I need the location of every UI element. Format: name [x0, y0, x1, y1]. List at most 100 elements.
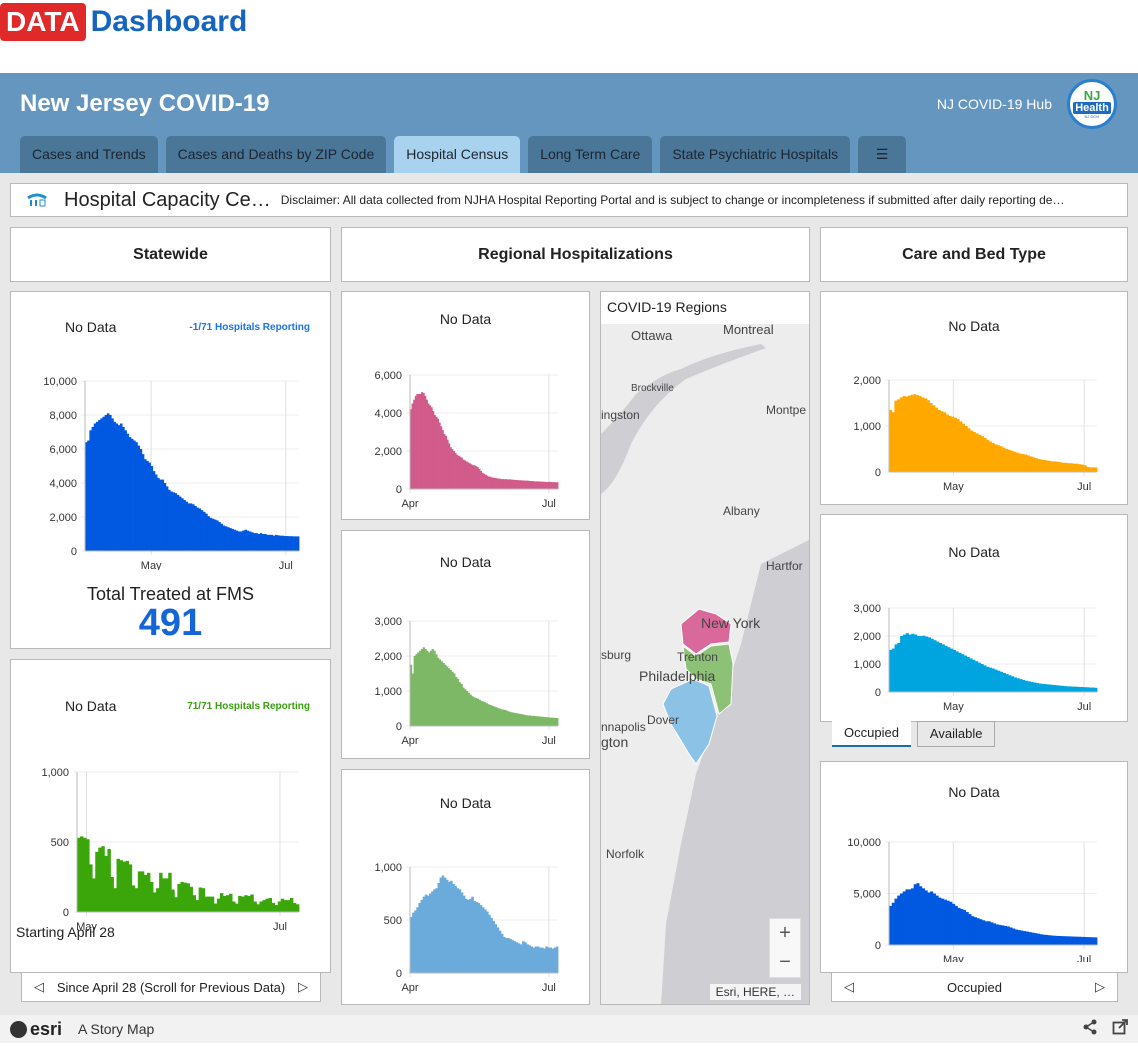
story-map-label[interactable]: A Story Map: [78, 1021, 154, 1037]
subtab-occupied[interactable]: Occupied: [832, 721, 911, 747]
bar: [195, 900, 200, 912]
covid-regions-map[interactable]: COVID-19 Regions Ottawa Montreal Brockvi…: [600, 291, 810, 1005]
care-total-chart[interactable]: 0 5,000 10,000 May Jul: [821, 832, 1129, 962]
area-segment: [1037, 459, 1041, 472]
tab-long-term-care[interactable]: Long Term Care: [528, 136, 653, 173]
care-icu-chart[interactable]: 0 1,000 2,000 May Jul: [821, 372, 1129, 502]
next-arrow-icon[interactable]: ▷: [1095, 979, 1105, 995]
statewide-fms-chart[interactable]: 05001,000May Jul: [11, 762, 332, 942]
area-segment: [913, 394, 917, 472]
area-segment: [945, 414, 949, 472]
bar: [134, 888, 139, 912]
area-segment: [1072, 936, 1076, 945]
x-tick-label: Jul: [1077, 701, 1091, 713]
bar: [210, 896, 215, 912]
bar: [250, 894, 254, 912]
region-north-chart[interactable]: 0 2,000 4,000 6,000 Apr Jul: [342, 367, 591, 517]
area-segment: [925, 636, 929, 692]
bar: [204, 896, 209, 912]
bar: [201, 888, 206, 912]
share-icon[interactable]: [1082, 1019, 1098, 1040]
hospital-icon: [26, 192, 48, 208]
bar: [137, 871, 142, 912]
y-tick-label: 4,000: [374, 408, 402, 420]
area-segment: [1088, 687, 1092, 692]
x-tick-label: May: [943, 481, 964, 493]
tab-hospital-census[interactable]: Hospital Census: [394, 136, 521, 173]
area-segment: [1013, 677, 1017, 692]
tab-cases-and-trends[interactable]: Cases and Trends: [20, 136, 158, 173]
area-segment: [1040, 459, 1044, 472]
logo-line2: Health: [1073, 101, 1111, 114]
zoom-in-button[interactable]: +: [770, 919, 800, 948]
statewide-hospitalized-chart[interactable]: 0 2,000 4,000 6,000 8,000 10,000 May Jul: [11, 370, 332, 570]
area-segment: [969, 658, 973, 692]
external-link-icon[interactable]: [1112, 1019, 1128, 1040]
prev-arrow-icon[interactable]: ◁: [34, 979, 44, 995]
region-south-chart[interactable]: 0 500 1,000 Apr Jul: [342, 859, 591, 1009]
esri-logo[interactable]: esri: [10, 1019, 62, 1040]
care-ventilator-chart[interactable]: 0 1,000 2,000 3,000 May Jul: [821, 600, 1129, 725]
area-segment: [1033, 682, 1037, 692]
area-segment: [1047, 684, 1051, 692]
map-attribution[interactable]: Esri, HERE, …: [709, 984, 801, 1000]
area-segment: [919, 886, 923, 945]
disclaimer-text: Disclaimer: All data collected from NJHA…: [280, 193, 1065, 207]
area-segment: [907, 395, 912, 472]
region-north-card: No Data 0 2,000 4,000 6,000 Apr Jul: [341, 291, 590, 520]
area-segment: [1044, 684, 1048, 692]
bar: [146, 872, 151, 912]
bar: [238, 895, 242, 912]
area-segment: [1021, 454, 1025, 472]
zoom-out-button[interactable]: −: [770, 948, 800, 977]
starting-label: Starting April 28: [16, 924, 115, 940]
bar: [241, 896, 245, 912]
y-tick-label: 8,000: [49, 410, 77, 422]
area-segment: [1049, 684, 1054, 692]
bar: [131, 885, 136, 912]
area-segment: [963, 655, 968, 692]
next-arrow-icon[interactable]: ▷: [298, 979, 308, 995]
y-tick-label: 6,000: [374, 370, 402, 382]
area-segment: [1078, 464, 1082, 472]
bar: [77, 837, 81, 912]
logo-line3: NJ DOH: [1084, 113, 1100, 119]
area-segment: [1059, 462, 1063, 472]
tab-cases-deaths-zip[interactable]: Cases and Deaths by ZIP Code: [165, 136, 387, 173]
care-ventilator-card: No Data 0 1,000 2,000 3,000 May Jul: [820, 514, 1128, 722]
area-segment: [941, 644, 945, 692]
y-tick-label: 0: [875, 467, 881, 479]
y-tick-label: 0: [396, 484, 402, 496]
prev-arrow-icon[interactable]: ◁: [844, 979, 854, 995]
area-segment: [1066, 936, 1071, 945]
area-segment: [908, 634, 912, 692]
area-segment: [978, 434, 982, 472]
map-zoom-control: + −: [769, 918, 801, 978]
x-tick-label: Jul: [542, 982, 556, 994]
tab-state-psychiatric-hospitals[interactable]: State Psychiatric Hospitals: [660, 136, 851, 173]
area-segment: [1002, 672, 1006, 692]
pager-label: Occupied: [947, 979, 1002, 995]
reporting-badge: 71/71 Hospitals Reporting: [187, 701, 310, 712]
hub-link[interactable]: NJ COVID-19 Hub: [937, 96, 1052, 112]
area-segment: [1058, 685, 1062, 692]
bar: [149, 881, 154, 912]
area-segment: [932, 893, 936, 945]
map-title: COVID-19 Regions: [601, 292, 809, 324]
region-central-chart[interactable]: 0 1,000 2,000 3,000 Apr Jul: [342, 613, 591, 763]
bar: [95, 851, 99, 912]
map-canvas[interactable]: Ottawa Montreal Brockville ingston Montp…: [601, 324, 810, 1005]
area-segment: [955, 651, 959, 692]
nj-health-logo[interactable]: NJ Health NJ DOH: [1067, 79, 1117, 129]
subtab-available[interactable]: Available: [916, 721, 996, 747]
tab-list-menu[interactable]: ☰: [858, 136, 907, 173]
area-segment: [1019, 679, 1023, 692]
area-segment: [1028, 932, 1032, 945]
bar: [280, 898, 285, 912]
area-segment: [899, 397, 903, 472]
area-segment: [982, 920, 986, 945]
area-segment: [1030, 681, 1034, 692]
map-label-montpelier: Montpe: [766, 403, 806, 417]
y-tick-label: 0: [875, 687, 881, 699]
bar: [229, 893, 233, 912]
